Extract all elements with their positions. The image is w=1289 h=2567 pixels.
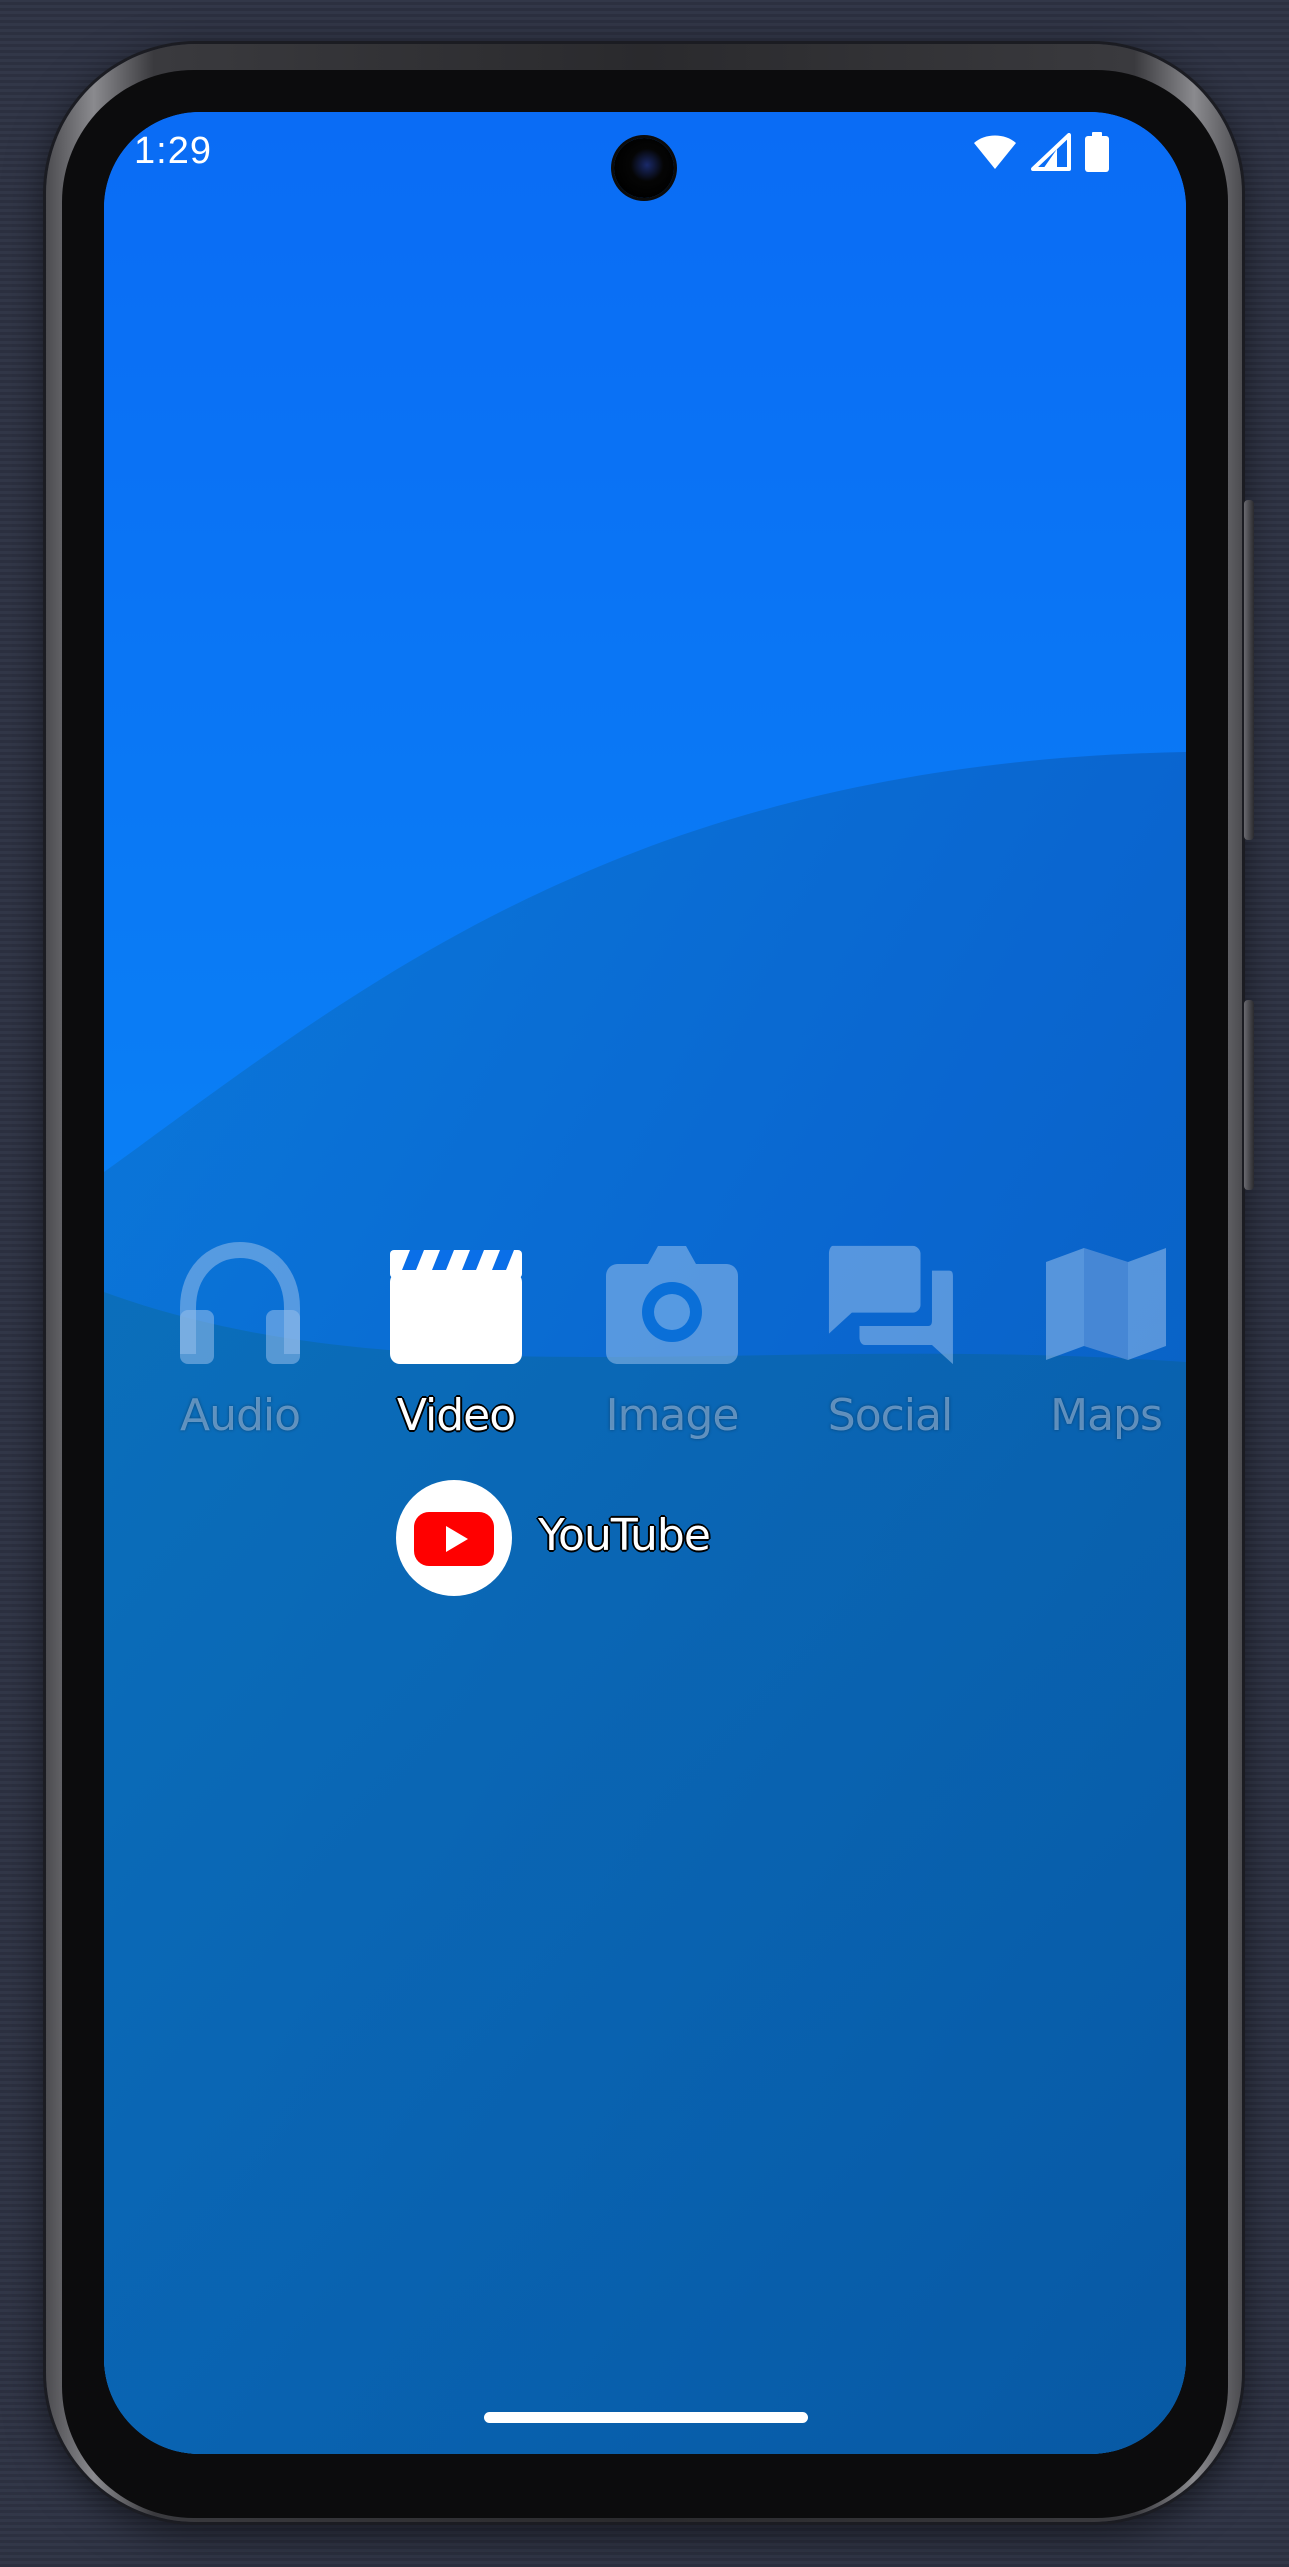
category-social[interactable]: Social (800, 1242, 980, 1441)
camera-icon (606, 1246, 738, 1364)
map-icon (1046, 1248, 1166, 1360)
category-video[interactable]: Video (366, 1242, 546, 1441)
home-indicator[interactable] (484, 2412, 808, 2423)
cell-signal-icon (1030, 133, 1071, 171)
category-label: Social (827, 1390, 953, 1441)
volume-button (1244, 500, 1254, 840)
clapperboard-icon (390, 1250, 522, 1364)
category-label: Audio (179, 1390, 301, 1441)
wifi-icon (973, 135, 1016, 169)
app-label: YouTube (538, 1510, 711, 1561)
category-label: Video (396, 1390, 516, 1441)
chat-bubbles-icon (828, 1245, 953, 1365)
power-button (1244, 1000, 1254, 1190)
clock: 1:29 (134, 130, 212, 172)
status-icons (964, 132, 1110, 176)
category-label: Image (605, 1390, 740, 1441)
battery-icon (1085, 132, 1109, 172)
headphones-icon (180, 1242, 300, 1364)
home-screen: 1:29 Audio Video Image Social Maps YouTu… (104, 112, 1186, 2454)
youtube-icon (396, 1480, 512, 1596)
category-audio[interactable]: Audio (150, 1242, 330, 1441)
status-bar: 1:29 (104, 112, 1186, 198)
front-camera (614, 138, 674, 198)
category-image[interactable]: Image (582, 1242, 762, 1441)
category-label: Maps (1050, 1390, 1163, 1441)
category-maps[interactable]: Maps (1016, 1242, 1186, 1441)
